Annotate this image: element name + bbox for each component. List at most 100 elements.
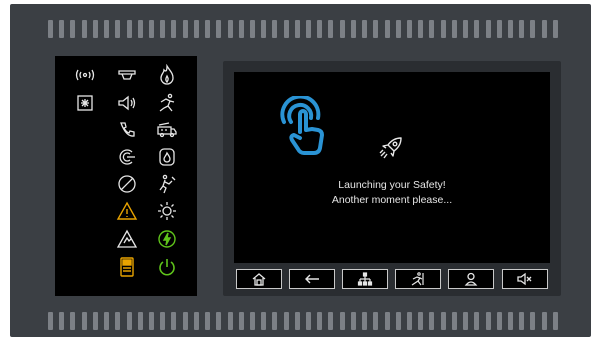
vent-slot	[126, 312, 132, 330]
vent-slot	[249, 312, 255, 330]
vent-slot	[104, 20, 110, 38]
vent-slot	[48, 312, 53, 330]
vent-slot	[373, 20, 379, 38]
touch-hand-icon	[278, 94, 338, 163]
vent-slot	[104, 312, 110, 330]
back-arrow-icon	[305, 274, 319, 284]
disabled-icon	[115, 173, 139, 195]
evacuation-icon	[155, 92, 179, 114]
led-indicator-panel	[55, 56, 197, 296]
vent-slot	[227, 312, 233, 330]
vent-slot	[81, 312, 87, 330]
extinguishing-icon	[155, 146, 179, 168]
bottom-vent-grille	[48, 312, 558, 330]
vent-slot	[395, 20, 401, 38]
vent-slot	[238, 20, 244, 38]
vent-slot	[261, 20, 267, 38]
alarm-broadcast-icon	[73, 64, 97, 86]
vent-slot	[306, 312, 312, 330]
vent-slot	[541, 20, 547, 38]
vent-slot	[362, 312, 368, 330]
vent-slot	[193, 312, 199, 330]
vent-slot	[160, 312, 166, 330]
vent-slot	[249, 20, 255, 38]
day-mode-icon	[155, 200, 179, 222]
vent-slot	[507, 312, 513, 330]
vent-slot	[496, 312, 502, 330]
top-vent-grille	[48, 20, 558, 38]
vent-slot	[507, 20, 513, 38]
rocket-icon	[377, 134, 405, 167]
vent-slot	[81, 20, 87, 38]
vent-slot	[70, 312, 76, 330]
vent-slot	[92, 312, 98, 330]
vent-slot	[171, 312, 177, 330]
power-on-icon	[155, 256, 179, 278]
vent-slot	[407, 20, 412, 38]
home-icon	[252, 273, 266, 286]
vent-slot	[429, 20, 435, 38]
phone-icon	[115, 119, 139, 141]
vent-slot	[463, 312, 469, 330]
vent-slot	[339, 312, 345, 330]
vent-slot	[395, 312, 401, 330]
special-detector-icon	[73, 92, 97, 114]
vent-slot	[283, 312, 289, 330]
vent-slot	[182, 312, 188, 330]
vent-slot	[205, 312, 211, 330]
vent-slot	[59, 20, 65, 38]
home-button[interactable]	[236, 269, 282, 289]
evacuation-button[interactable]	[395, 269, 441, 289]
fire-icon	[155, 64, 179, 86]
vent-slot	[115, 312, 121, 330]
vent-slot	[216, 20, 222, 38]
vent-slot	[148, 312, 154, 330]
vent-slot	[160, 20, 166, 38]
vent-slot	[451, 312, 457, 330]
status-message-line2: Another moment please...	[331, 194, 453, 206]
fire-truck-icon	[155, 119, 179, 141]
vent-slot	[519, 312, 525, 330]
vent-slot	[496, 20, 502, 38]
vent-slot	[328, 312, 334, 330]
vent-slot	[552, 312, 558, 330]
vent-slot	[137, 20, 143, 38]
vent-slot	[485, 20, 491, 38]
vent-slot	[306, 20, 312, 38]
vent-slot	[205, 20, 211, 38]
smoke-detector-icon	[115, 64, 139, 86]
vent-slot	[440, 20, 446, 38]
mute-button[interactable]	[502, 269, 548, 289]
vent-slot	[137, 312, 143, 330]
vent-slot	[294, 20, 300, 38]
network-icon	[357, 272, 373, 286]
vent-slot	[552, 20, 558, 38]
vent-slot	[317, 20, 323, 38]
vent-slot	[126, 20, 132, 38]
vent-slot	[92, 20, 98, 38]
vent-slot	[362, 20, 368, 38]
vent-slot	[272, 20, 278, 38]
vent-slot	[429, 312, 435, 330]
vent-slot	[328, 20, 334, 38]
vent-slot	[283, 20, 289, 38]
vent-slot	[451, 20, 457, 38]
vent-slot	[182, 20, 188, 38]
evacuation-icon	[411, 272, 424, 286]
user-button[interactable]	[448, 269, 494, 289]
vent-slot	[171, 20, 177, 38]
vent-slot	[261, 312, 267, 330]
back-button[interactable]	[289, 269, 335, 289]
vent-slot	[485, 312, 491, 330]
vent-slot	[70, 20, 76, 38]
vent-slot	[48, 20, 53, 38]
vent-slot	[418, 312, 424, 330]
zone-warning-icon	[115, 228, 139, 250]
status-message-line1: Launching your Safety!	[338, 179, 446, 191]
vent-slot	[148, 20, 154, 38]
vent-slot	[541, 312, 547, 330]
network-button[interactable]	[342, 269, 388, 289]
vent-slot	[350, 20, 356, 38]
vent-slot	[115, 20, 121, 38]
vent-slot	[238, 312, 244, 330]
